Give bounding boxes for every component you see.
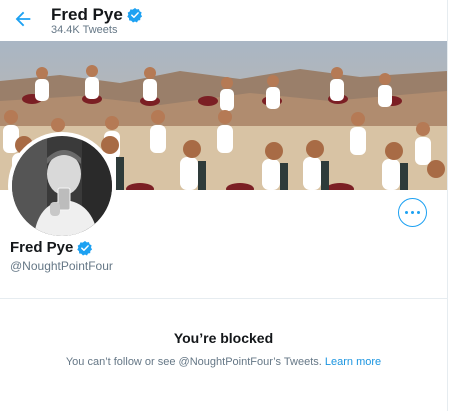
header-name: Fred Pye — [51, 5, 123, 24]
profile-handle: @NoughtPointFour — [10, 259, 113, 273]
blocked-title: You’re blocked — [173, 330, 274, 346]
verified-badge-icon — [77, 240, 93, 256]
blocked-message: You can’t follow or see @NoughtPointFour… — [65, 356, 322, 368]
avatar-frame[interactable] — [8, 132, 116, 240]
profile-name: Fred Pye — [10, 239, 74, 256]
blocked-message-row: You can’t follow or see @NoughtPointFour… — [0, 356, 447, 368]
header-title: Fred Pye — [51, 5, 143, 25]
top-bar: Fred Pye 34.4K Tweets — [0, 0, 447, 41]
verified-badge-icon — [127, 7, 143, 23]
avatar[interactable] — [12, 136, 112, 236]
arrow-left-icon[interactable] — [12, 8, 34, 30]
learn-more-link[interactable]: Learn more — [325, 356, 381, 368]
more-options-icon — [405, 211, 420, 214]
more-options-button[interactable] — [398, 198, 427, 227]
profile-name-row: Fred Pye — [10, 239, 93, 256]
tweet-count: 34.4K Tweets — [51, 24, 118, 36]
right-border — [447, 0, 448, 411]
divider — [0, 298, 447, 299]
